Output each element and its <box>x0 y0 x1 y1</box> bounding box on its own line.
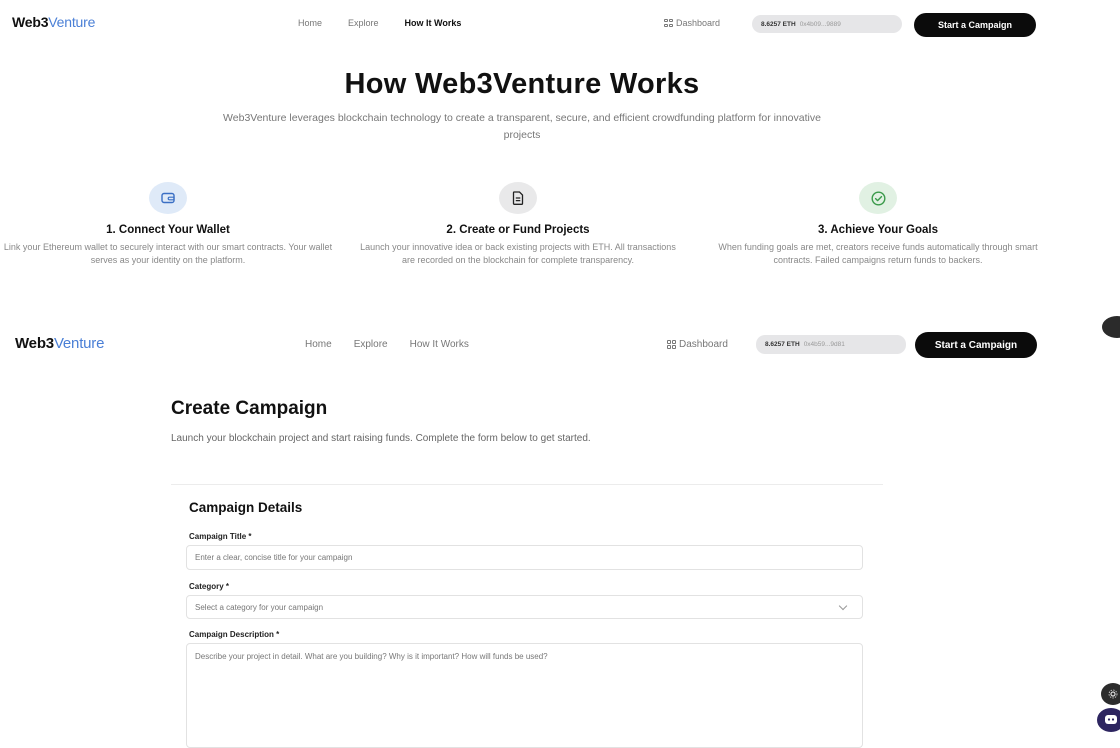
create-campaign-subtitle: Launch your blockchain project and start… <box>171 433 591 444</box>
settings-icon <box>1108 689 1118 699</box>
start-campaign-button[interactable]: Start a Campaign <box>915 332 1037 358</box>
step-create-fund: 2. Create or Fund Projects Launch your i… <box>353 182 683 267</box>
brand-logo[interactable]: Web3Venture <box>15 335 104 352</box>
step-title: 2. Create or Fund Projects <box>446 224 590 236</box>
step-description: Launch your innovative idea or back exis… <box>360 242 676 265</box>
grid-icon <box>667 340 676 349</box>
campaign-title-input[interactable]: Enter a clear, concise title for your ca… <box>186 545 863 570</box>
start-campaign-button[interactable]: Start a Campaign <box>914 13 1036 37</box>
nav-link-explore[interactable]: Explore <box>348 18 379 28</box>
wallet-pill[interactable]: 8.6257 ETH 0x4b59...9d81 <box>756 335 906 354</box>
check-circle-icon <box>859 182 897 214</box>
dashboard-link[interactable]: Dashboard <box>664 18 720 28</box>
campaign-title-placeholder: Enter a clear, concise title for your ca… <box>195 553 353 562</box>
page-title: How Web3Venture Works <box>344 68 700 100</box>
campaign-description-textarea[interactable]: Describe your project in detail. What ar… <box>186 643 863 748</box>
chevron-down-icon <box>838 601 848 610</box>
step-description: When funding goals are met, creators rec… <box>718 242 1038 265</box>
nav-link-how-it-works[interactable]: How It Works <box>410 339 469 350</box>
campaign-title-label: Campaign Title * <box>189 532 252 541</box>
document-icon <box>499 182 537 214</box>
divider <box>171 484 883 485</box>
step-achieve-goals: 3. Achieve Your Goals When funding goals… <box>713 182 1043 267</box>
create-page-navbar: Web3Venture Home Explore How It Works Da… <box>0 324 1120 364</box>
nav-link-explore[interactable]: Explore <box>354 339 388 350</box>
nav-links: Home Explore How It Works <box>298 18 461 28</box>
campaign-details-heading: Campaign Details <box>189 500 303 515</box>
dashboard-label: Dashboard <box>676 18 721 28</box>
campaign-description-label: Campaign Description * <box>189 630 280 639</box>
nav-link-home[interactable]: Home <box>305 339 332 350</box>
wallet-pill[interactable]: 8.6257 ETH 0x4b09...9889 <box>752 15 902 33</box>
step-description: Link your Ethereum wallet to securely in… <box>3 242 333 265</box>
wallet-address: 0x4b09...9889 <box>799 20 841 28</box>
step-connect-wallet: 1. Connect Your Wallet Link your Ethereu… <box>3 182 333 267</box>
category-label: Category * <box>189 582 230 591</box>
nav-link-how-it-works[interactable]: How It Works <box>405 18 462 28</box>
floating-tools-button[interactable] <box>1101 683 1120 705</box>
brand-logo[interactable]: Web3Venture <box>12 14 95 30</box>
page-subtitle: Web3Venture leverages blockchain technol… <box>223 112 821 141</box>
wallet-address: 0x4b59...9d81 <box>803 341 845 348</box>
nav-links: Home Explore How It Works <box>305 339 469 350</box>
dashboard-label: Dashboard <box>679 339 728 350</box>
category-placeholder: Select a category for your campaign <box>195 602 324 612</box>
dashboard-link[interactable]: Dashboard <box>667 339 728 350</box>
chat-assistant-button[interactable] <box>1097 708 1120 732</box>
campaign-description-placeholder: Describe your project in detail. What ar… <box>195 652 548 661</box>
top-navbar: Web3Venture Home Explore How It Works Da… <box>0 4 1120 44</box>
create-campaign-title: Create Campaign <box>171 398 328 419</box>
step-title: 3. Achieve Your Goals <box>818 224 938 236</box>
chat-bot-icon <box>1105 715 1117 724</box>
step-title: 1. Connect Your Wallet <box>106 224 230 236</box>
wallet-balance: 8.6257 ETH <box>765 341 800 348</box>
wallet-icon <box>149 182 187 214</box>
wallet-balance: 8.6257 ETH <box>761 20 796 28</box>
category-select[interactable]: Select a category for your campaign <box>186 595 863 619</box>
nav-link-home[interactable]: Home <box>298 18 322 28</box>
grid-icon <box>664 18 673 28</box>
